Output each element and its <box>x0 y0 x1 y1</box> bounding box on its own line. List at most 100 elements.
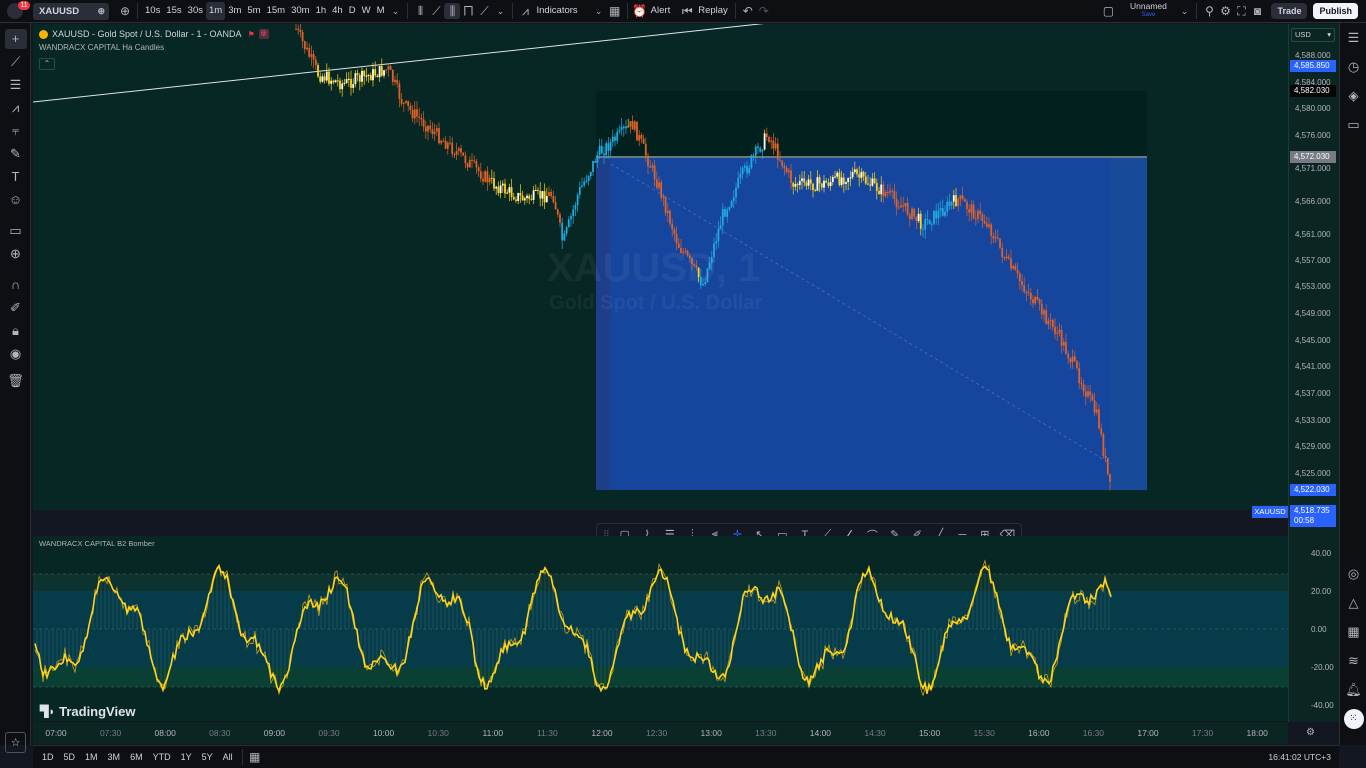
interval-10s[interactable]: 10s <box>142 2 163 20</box>
replay-icon[interactable]: ⏮ <box>679 3 695 19</box>
text-icon[interactable]: T <box>0 165 31 188</box>
area-style-icon[interactable]: ⟋ <box>476 3 492 19</box>
interval-5m[interactable]: 5m <box>244 2 263 20</box>
candle-body <box>409 105 412 110</box>
stay-drawing-icon[interactable]: ✐ <box>0 296 31 319</box>
interval-1h[interactable]: 1h <box>313 2 330 20</box>
quick-search-icon[interactable]: ⚲ <box>1201 3 1217 19</box>
layers-icon[interactable]: ◈ <box>1340 81 1366 110</box>
interval-D[interactable]: D <box>346 2 359 20</box>
redo-icon[interactable]: ↷ <box>756 3 772 19</box>
symbol-search[interactable]: XAUUSD ⊕ <box>33 2 109 20</box>
clock[interactable]: 16:41:02 UTC+3 <box>1268 752 1331 762</box>
undo-icon[interactable]: ↶ <box>740 3 756 19</box>
range-1D[interactable]: 1D <box>37 752 59 762</box>
trade-button[interactable]: Trade <box>1271 3 1308 19</box>
add-symbol-icon[interactable]: ⊕ <box>117 3 133 19</box>
alerts-clock-icon[interactable]: ◷ <box>1340 52 1366 81</box>
price-axis[interactable]: USD ▾ 4,588.000 4,584.000 4,580.000 4,576.0… <box>1288 24 1339 722</box>
time-axis-label: 13:30 <box>755 728 777 738</box>
layout-name[interactable]: Unnamed Save <box>1120 2 1176 20</box>
candle-body <box>959 195 962 199</box>
trash-icon[interactable]: 🗑︎ <box>0 369 31 392</box>
time-axis[interactable]: 07:00 07:30 08:00 08:30 09:00 09:30 10:00 10:30… <box>33 722 1288 744</box>
interval-1m[interactable]: 1m <box>205 2 226 20</box>
replay-button[interactable]: Replay <box>695 2 731 20</box>
currency-selector[interactable]: USD ▾ <box>1291 28 1335 42</box>
indicators-button[interactable]: Indicators <box>533 2 580 20</box>
collapse-legend-button[interactable]: ⌃ <box>39 58 55 70</box>
interval-M[interactable]: M <box>374 2 388 20</box>
bar-style-icon[interactable]: ⫴ <box>412 3 428 19</box>
lock-icon[interactable]: 🔒︎ <box>0 319 31 342</box>
emoji-icon[interactable]: ☺ <box>0 188 31 211</box>
range-5Y[interactable]: 5Y <box>197 752 218 762</box>
line-style-icon[interactable]: ⟋ <box>428 3 444 19</box>
range-All[interactable]: All <box>218 752 238 762</box>
main-menu-button[interactable]: 11 <box>0 0 31 23</box>
flag-icon[interactable]: ⚑ <box>248 30 255 39</box>
interval-15s[interactable]: 15s <box>163 2 184 20</box>
settings-icon[interactable]: ⚙ <box>1217 3 1233 19</box>
candle-body <box>622 126 625 129</box>
notifications-icon[interactable]: 🔔︎ <box>1340 675 1366 704</box>
candle-body <box>981 214 984 222</box>
indicator-legend-ha[interactable]: WANDRACX CAPITAL Ha Candles <box>39 43 164 52</box>
layout-icon[interactable]: ▢ <box>1100 3 1116 19</box>
apps-grid-icon[interactable]: ⁙ <box>1340 704 1366 733</box>
brush-icon[interactable]: ✎ <box>0 142 31 165</box>
chevron-down-icon[interactable]: ⌄ <box>387 3 403 19</box>
indicator-legend-bomber[interactable]: WANDRACX CAPITAL B2 Bomber <box>39 539 155 548</box>
candle-body <box>759 147 762 152</box>
range-1Y[interactable]: 1Y <box>176 752 197 762</box>
interval-30m[interactable]: 30m <box>288 2 312 20</box>
goto-date-icon[interactable]: ▦ <box>247 749 263 765</box>
candle-body <box>838 172 841 185</box>
alert-button[interactable]: Alert <box>648 2 674 20</box>
candle-body <box>768 137 770 142</box>
axis-settings-icon[interactable]: ⚙ <box>1306 727 1315 738</box>
alert-icon[interactable]: ⏰ <box>632 3 648 19</box>
target-icon[interactable]: ◎ <box>1340 559 1366 588</box>
oscillator-pane[interactable]: WANDRACX CAPITAL B2 Bomber ▜◗ TradingVie… <box>33 536 1288 721</box>
chevron-down-icon[interactable]: ⌄ <box>492 3 508 19</box>
range-5D[interactable]: 5D <box>59 752 81 762</box>
chevron-down-icon[interactable]: ⌄ <box>591 3 607 19</box>
screenshot-icon[interactable]: ◙ <box>1249 3 1265 19</box>
crosshair-icon[interactable]: + <box>4 28 27 49</box>
favorites-star-icon[interactable]: ☆ <box>5 732 26 753</box>
range-3M[interactable]: 3M <box>103 752 126 762</box>
data-status-icon[interactable]: ◎ <box>258 29 269 39</box>
range-1M[interactable]: 1M <box>80 752 103 762</box>
range-YTD[interactable]: YTD <box>148 752 176 762</box>
range-6M[interactable]: 6M <box>125 752 148 762</box>
indicators-icon[interactable]: ⩘ <box>517 3 533 19</box>
chat-icon[interactable]: ▭ <box>1340 110 1366 139</box>
interval-15m[interactable]: 15m <box>264 2 288 20</box>
zoom-icon[interactable]: ⊕ <box>0 242 31 265</box>
trend-line-icon[interactable]: ⟋ <box>0 50 31 73</box>
watchlist-icon[interactable]: ☰ <box>1340 23 1366 52</box>
candle-style-icon[interactable]: ⫼ <box>444 3 461 19</box>
interval-W[interactable]: W <box>359 2 374 20</box>
candle-body <box>1102 434 1105 456</box>
chevron-down-icon[interactable]: ⌄ <box>1176 3 1192 19</box>
interval-4h[interactable]: 4h <box>329 2 346 20</box>
prediction-icon[interactable]: ⫧ <box>0 119 31 142</box>
magnet-icon[interactable]: ∩ <box>0 273 31 296</box>
step-style-icon[interactable]: ⨅ <box>460 3 476 19</box>
calendar-icon[interactable]: ▦ <box>1340 617 1366 646</box>
stream-icon[interactable]: ≋ <box>1340 646 1366 675</box>
interval-30s[interactable]: 30s <box>185 2 206 20</box>
ideas-icon[interactable]: △ <box>1340 588 1366 617</box>
ruler-icon[interactable]: ▭ <box>0 219 31 242</box>
interval-3m[interactable]: 3m <box>225 2 244 20</box>
templates-icon[interactable]: ▦ <box>607 3 623 19</box>
pattern-icon[interactable]: ⩘ <box>0 96 31 119</box>
main-chart-pane[interactable]: XAUUSD, 1 Gold Spot / U.S. Dollar XAUUSD… <box>33 24 1288 510</box>
fib-icon[interactable]: ☰ <box>0 73 31 96</box>
publish-button[interactable]: Publish <box>1313 3 1358 19</box>
candle-body <box>407 100 410 106</box>
fullscreen-icon[interactable]: ⛶ <box>1233 3 1249 19</box>
hide-icon[interactable]: ◉ <box>0 342 31 365</box>
